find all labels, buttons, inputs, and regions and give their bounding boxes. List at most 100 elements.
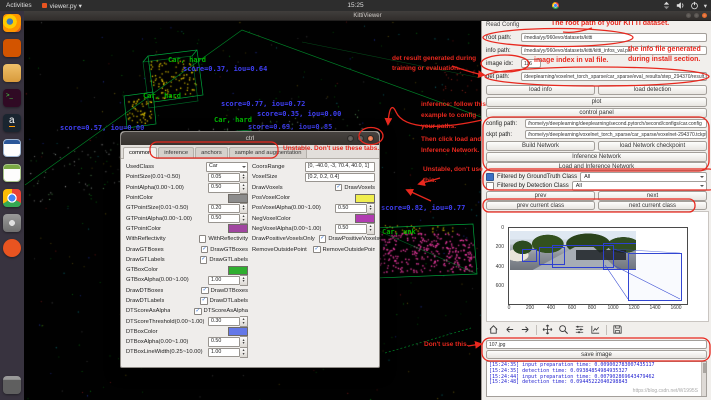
ckpt-path-input[interactable]: /home/yy/deeplearning/voxelnet_torch_spa…: [525, 130, 707, 139]
ctrl-spin-PosVoxelAlpha(0.00~1.00)[interactable]: 0.50: [335, 204, 367, 214]
ctrl-tab[interactable]: sample and augmentation: [229, 147, 308, 158]
plot-config-icon[interactable]: [590, 324, 601, 335]
ctrl-spin-DTScoreThreshold(0.00~1.00)[interactable]: 0.30: [208, 317, 240, 327]
ctrl-spin-NegVoxelAlpha(0.00~1.00)[interactable]: 0.50: [335, 224, 367, 234]
launcher-icon-chrome[interactable]: [3, 189, 21, 207]
image-idx-input[interactable]: 116: [521, 59, 541, 68]
save-image-button[interactable]: save image: [486, 350, 707, 359]
log-scrollbar[interactable]: [701, 362, 706, 396]
spinner-arrows-icon[interactable]: ▲▼: [240, 182, 248, 194]
ctrl-checkbox-RemoveOutsidePoint[interactable]: ✓: [313, 246, 321, 254]
ctrl-combo-UsedClass[interactable]: Car: [206, 162, 248, 172]
ctrl-spin-GTBoxAlpha(0.00~1.00)[interactable]: 1.00: [208, 276, 240, 286]
plot-button[interactable]: plot: [486, 97, 707, 107]
close-button[interactable]: [702, 13, 707, 18]
load-info-button[interactable]: load info: [486, 85, 595, 95]
load-network-checkpoint-button[interactable]: load Network checkpoint: [598, 141, 707, 151]
ctrl-checkbox-DrawVoxels[interactable]: ✓: [335, 184, 343, 192]
ctrl-color-swatch-DTBoxColor[interactable]: [228, 327, 248, 336]
filter-gt-checkbox[interactable]: [486, 173, 494, 181]
launcher-icon-software-updater[interactable]: [3, 239, 21, 257]
next-button[interactable]: next: [598, 191, 707, 201]
launcher-icon-firefox[interactable]: [3, 14, 21, 32]
home-icon[interactable]: [488, 324, 499, 335]
window-titlebar[interactable]: KittiViewer: [24, 11, 711, 21]
back-icon[interactable]: [504, 324, 515, 335]
ctrl-color-swatch-NegVoxelColor[interactable]: [355, 214, 375, 223]
forward-icon[interactable]: [520, 324, 531, 335]
launcher-icon-terminal[interactable]: [3, 89, 21, 107]
control-panel-button[interactable]: control panel: [486, 108, 707, 118]
config-path-input[interactable]: /home/yy/deeplearning/deeplearning/secon…: [525, 119, 707, 128]
ctrl-spin-PointSize(0.01~0.50)[interactable]: 0.05: [208, 173, 240, 183]
inference-network-button[interactable]: Inference Network: [486, 152, 707, 162]
spinner-arrows-icon[interactable]: ▲▼: [240, 213, 248, 225]
ctrl-row-GTBoxAlpha(0.00~1.00): GTBoxAlpha(0.00~1.00)1.00▲▼: [126, 275, 248, 285]
filter-det-checkbox[interactable]: [486, 182, 494, 190]
launcher-icon-settings[interactable]: [3, 214, 21, 232]
ctrl-minimize-button[interactable]: [347, 135, 354, 142]
ctrl-spin-GTPointAlpha(0.00~1.00)[interactable]: 0.50: [208, 214, 240, 224]
ctrl-spin-DTBoxAlpha(0.00~1.00)[interactable]: 0.50: [208, 337, 240, 347]
ctrl-checkbox-DrawGTBoxes[interactable]: ✓: [201, 246, 209, 254]
prev-current-class-button[interactable]: prev current class: [486, 201, 595, 210]
launcher-icon-libreoffice-writer[interactable]: [3, 139, 21, 157]
system-tray[interactable]: ▾: [662, 1, 707, 10]
ctrl-checkbox-WithReflectivity[interactable]: [199, 235, 207, 243]
ctrl-checkbox-DTScoreAsAlpha[interactable]: ✓: [194, 308, 202, 316]
launcher-icon-files[interactable]: [3, 64, 21, 82]
ctrl-value-VoxelSize[interactable]: [0.2, 0.2, 0.4]: [305, 173, 375, 183]
log-output[interactable]: [15:24:35] input preparation time: 0.009…: [486, 361, 707, 397]
launcher-icon-ubuntu-software[interactable]: [3, 39, 21, 57]
det-path-input[interactable]: /deeplearning/voxelnet_torch_sparse/car_…: [521, 72, 707, 81]
ctrl-checkbox-DrawDTLabels[interactable]: ✓: [200, 297, 208, 305]
spinner-arrows-icon[interactable]: ▲▼: [240, 316, 248, 328]
info-path-input[interactable]: /media/yy/960evo/datasets/kitti/kitti_in…: [521, 46, 707, 55]
maximize-button[interactable]: [694, 13, 699, 18]
launcher-icon-libreoffice-calc[interactable]: [3, 164, 21, 182]
spinner-arrows-icon[interactable]: ▲▼: [367, 223, 375, 235]
ctrl-maximize-button[interactable]: [357, 135, 364, 142]
ctrl-checkbox-DrawGTLabels[interactable]: ✓: [200, 256, 208, 264]
ctrl-color-swatch-PointColor[interactable]: [228, 194, 248, 203]
launcher-icon-trash[interactable]: [3, 376, 21, 394]
image-filename-input[interactable]: 107.jpg: [486, 340, 707, 349]
ctrl-spin-GTPointSize(0.01~0.50)[interactable]: 0.20: [208, 204, 240, 214]
ctrl-color-swatch-GTBoxColor[interactable]: [228, 266, 248, 275]
zoom-icon[interactable]: [558, 324, 569, 335]
ctrl-color-swatch-GTPointColor[interactable]: [228, 224, 248, 233]
prev-button[interactable]: prev: [486, 191, 595, 201]
ctrl-value-CoorsRange[interactable]: [0, -40.0, -3, 70.4, 40.0, 1]: [305, 162, 375, 172]
toolbar-separator: [536, 325, 537, 335]
ctrl-spin-PointAlpha(0.00~1.00)[interactable]: 0.50: [208, 183, 240, 193]
pan-icon[interactable]: [542, 324, 553, 335]
ctrl-tab[interactable]: common: [123, 147, 157, 159]
load-and-inference-button[interactable]: Load and Inference Network: [486, 162, 707, 171]
score-label: score=0.82, iou=0.77: [381, 204, 465, 212]
spinner-arrows-icon[interactable]: ▲▼: [240, 347, 248, 359]
filter-det-class-select[interactable]: All: [572, 181, 707, 191]
load-detection-button[interactable]: load detection: [598, 85, 707, 95]
ctrl-tab[interactable]: inference: [158, 147, 194, 158]
focused-app-menu[interactable]: viewer.py ▾: [42, 2, 82, 10]
ctrl-dialog[interactable]: ctrl commoninferenceanchorssample and au…: [120, 131, 380, 368]
clock[interactable]: 15:25: [347, 2, 363, 9]
build-network-button[interactable]: Build Network: [486, 141, 595, 151]
subplot-config-icon[interactable]: [574, 324, 585, 335]
ctrl-tab[interactable]: anchors: [195, 147, 228, 158]
next-current-class-button[interactable]: next current class: [598, 201, 707, 210]
minimize-button[interactable]: [686, 13, 691, 18]
x-tick: 200: [526, 305, 534, 311]
ctrl-color-swatch-PosVoxelColor[interactable]: [355, 194, 375, 203]
spinner-arrows-icon[interactable]: ▲▼: [367, 203, 375, 215]
spinner-arrows-icon[interactable]: ▲▼: [240, 275, 248, 287]
launcher-icon-amazon[interactable]: [3, 114, 21, 132]
activities-button[interactable]: Activities: [6, 2, 32, 9]
save-icon[interactable]: [612, 324, 623, 335]
ctrl-close-button[interactable]: [367, 135, 374, 142]
ctrl-dialog-titlebar[interactable]: ctrl: [121, 132, 379, 145]
ctrl-checkbox-DrawPositiveVoxelsOnly[interactable]: ✓: [319, 235, 327, 243]
ctrl-spin-DTBoxLineWidth(0.25~10.00)[interactable]: 1.00: [208, 348, 240, 358]
root-path-input[interactable]: /media/yy/960evo/datasets/kitti: [521, 33, 707, 42]
ctrl-checkbox-DrawDTBoxes[interactable]: ✓: [201, 287, 209, 295]
